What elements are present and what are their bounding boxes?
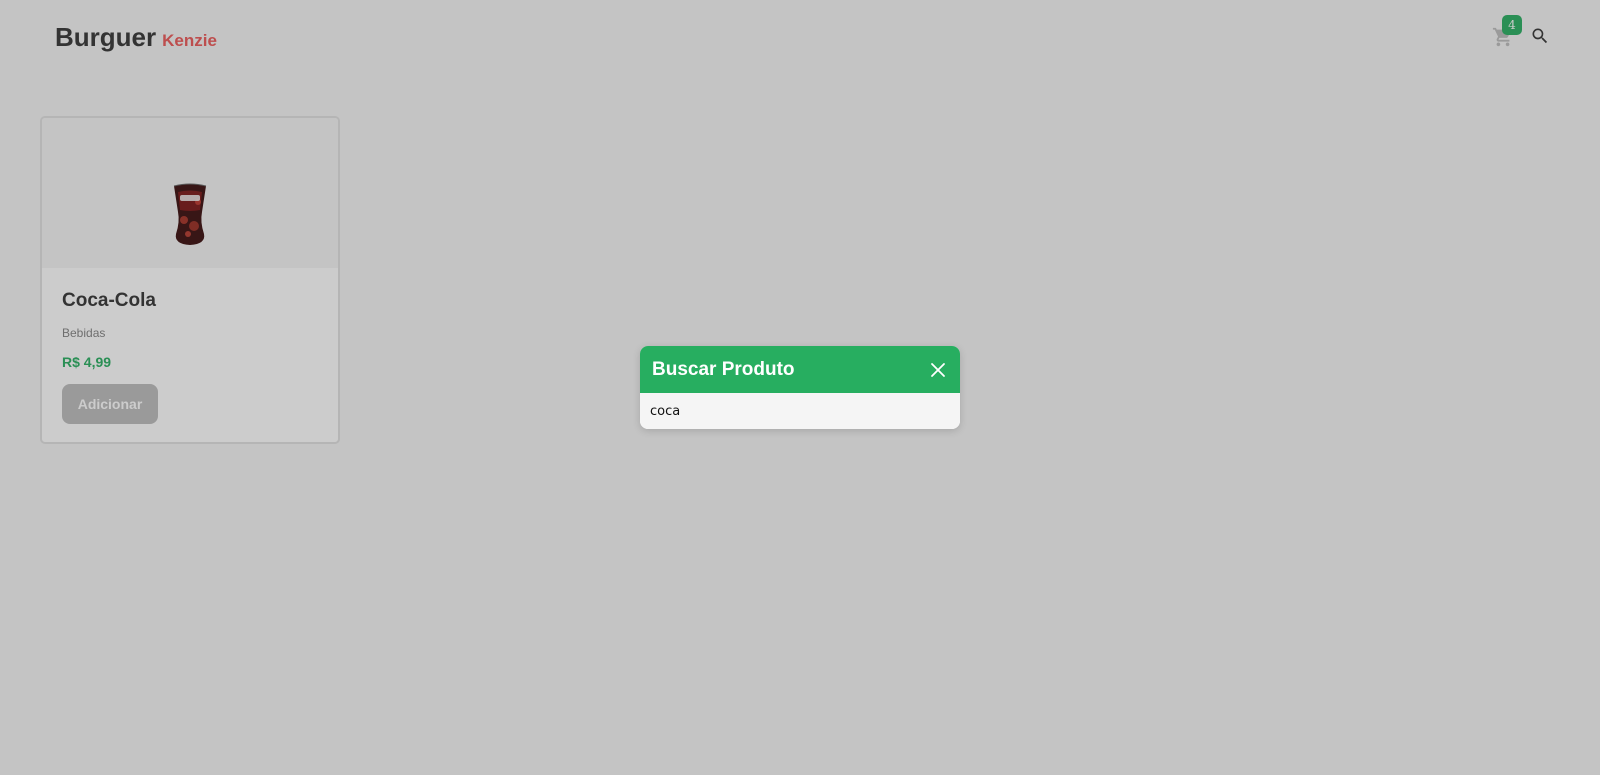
modal-title: Buscar Produto: [652, 358, 795, 380]
close-icon: [931, 362, 945, 377]
search-modal: Buscar Produto: [640, 346, 960, 429]
close-button[interactable]: [928, 360, 948, 380]
search-input[interactable]: [640, 393, 960, 429]
modal-overlay[interactable]: Buscar Produto: [0, 0, 1600, 775]
modal-header: Buscar Produto: [640, 346, 960, 393]
